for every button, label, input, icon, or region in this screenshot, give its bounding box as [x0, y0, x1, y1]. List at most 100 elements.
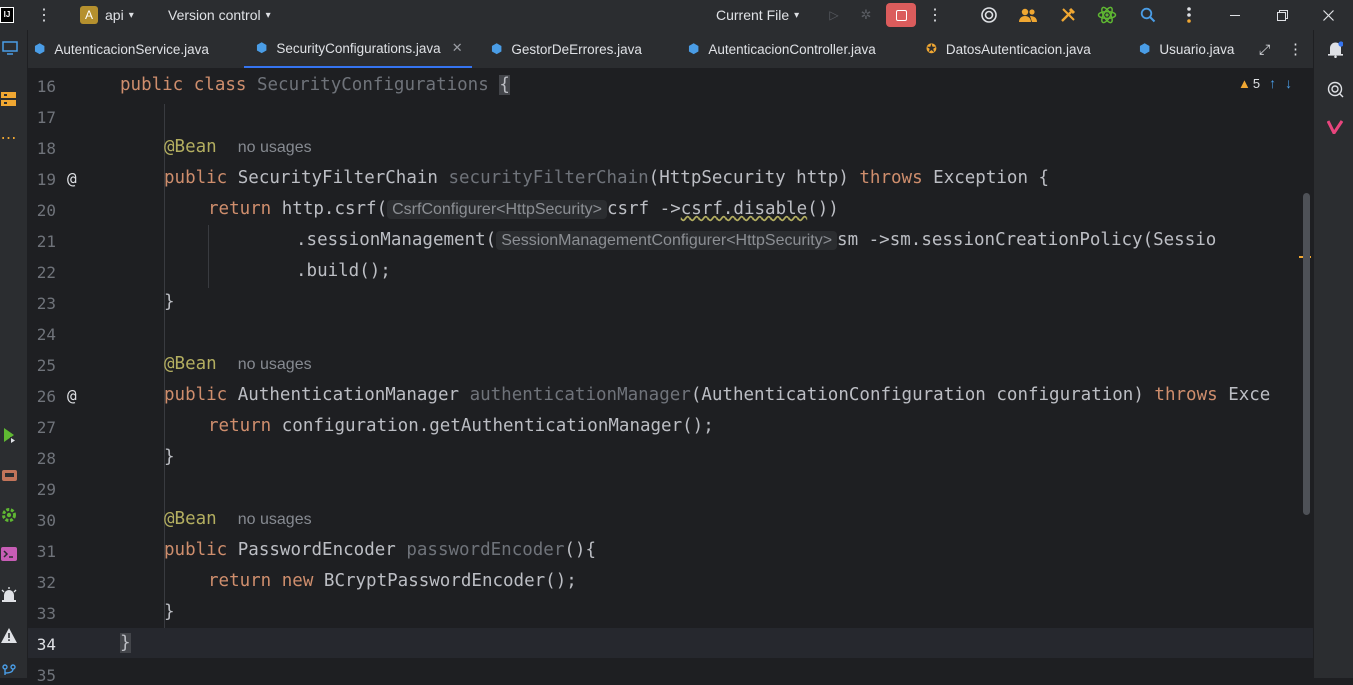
code-line-23: } — [164, 292, 175, 312]
code-line-21: .sessionManagement(SessionManagementConf… — [296, 230, 1217, 250]
inspection-widget[interactable]: ▲ 5 ↑ ↓ — [1238, 75, 1292, 91]
tab-datos-autenticacion[interactable]: ✪ DatosAutenticacion.java — [926, 30, 1091, 68]
line-number: 24 — [36, 325, 56, 344]
usages-hint[interactable]: no usages — [238, 511, 312, 528]
tab-label: SecurityConfigurations.java — [276, 40, 441, 56]
type-hint: SessionManagementConfigurer<HttpSecurity… — [496, 231, 838, 250]
line-number: 16 — [36, 77, 56, 96]
line-number: 22 — [36, 263, 56, 282]
tabs-more-icon[interactable]: ⋮ — [1288, 30, 1303, 68]
problems-icon[interactable] — [0, 626, 18, 644]
bean-gutter-icon[interactable]: @ — [67, 169, 77, 188]
plugin-icon[interactable] — [1326, 118, 1344, 136]
tab-gestor-de-errores[interactable]: ⬢ GestorDeErrores.java — [491, 30, 642, 68]
terminal-icon[interactable] — [0, 545, 18, 563]
code-line-26: public AuthenticationManager authenticat… — [164, 385, 1271, 405]
type-hint: CsrfConfigurer<HttpSecurity> — [387, 200, 607, 219]
close-tab-icon[interactable]: ✕ — [452, 40, 463, 56]
close-window-icon[interactable] — [1320, 0, 1336, 30]
services-icon[interactable] — [0, 466, 18, 484]
code-line-32: return new BCryptPasswordEncoder(); — [208, 571, 577, 591]
warning-icon: ▲ — [1238, 75, 1251, 91]
search-icon[interactable] — [1138, 0, 1158, 30]
code-line-22: .build(); — [296, 261, 391, 281]
minimize-icon[interactable] — [1227, 0, 1243, 30]
vcs-label: Version control — [168, 7, 261, 23]
line-number: 17 — [36, 108, 56, 127]
tab-label: AutenticacionController.java — [708, 41, 876, 57]
run-config-label: Current File — [716, 7, 790, 23]
tab-label: GestorDeErrores.java — [511, 41, 642, 57]
java-class-icon: ⬢ — [256, 40, 268, 55]
more-tools-icon[interactable]: ⋯ — [0, 130, 17, 147]
code-line-20: return http.csrf(CsrfConfigurer<HttpSecu… — [208, 199, 839, 219]
vertical-scrollbar[interactable] — [1303, 193, 1310, 515]
code-line-30: @Bean no usages — [164, 509, 312, 529]
users-icon[interactable] — [1017, 0, 1039, 30]
line-number: 27 — [36, 418, 56, 437]
tab-label: AutenticacionService.java — [54, 41, 209, 57]
tab-autenticacion-service[interactable]: ⬢ AutenticacionService.java — [34, 30, 209, 68]
stop-button[interactable] — [886, 0, 916, 30]
code-line-16: public class SecurityConfigurations { — [120, 75, 510, 95]
code-line-33: } — [164, 602, 175, 622]
warning-count: 5 — [1252, 75, 1261, 91]
ai-chat-icon[interactable] — [1326, 80, 1346, 98]
build-icon[interactable] — [0, 586, 18, 604]
left-tool-bar: ⋯ — [0, 30, 28, 678]
settings-icon[interactable] — [1180, 0, 1198, 30]
usages-hint[interactable]: no usages — [238, 139, 312, 156]
title-bar: IJ ⋮ A api ▾ Version control ▾ Current F… — [0, 0, 1353, 30]
indent-guide — [208, 225, 209, 288]
line-number: 31 — [36, 542, 56, 561]
line-number: 19 — [36, 170, 56, 189]
tab-usuario[interactable]: ⬢ Usuario.java — [1139, 30, 1234, 68]
code-line-34: } — [120, 633, 131, 653]
chevron-down-icon: ▾ — [794, 9, 800, 21]
tab-security-configurations[interactable]: ⬢ SecurityConfigurations.java ✕ — [244, 30, 472, 68]
project-name: api — [105, 7, 124, 23]
java-class-icon: ⬢ — [34, 41, 46, 56]
main-menu-icon[interactable]: ⋮ — [34, 0, 54, 30]
app-logo: IJ — [0, 0, 14, 30]
project-selector[interactable]: A api ▾ — [80, 0, 134, 30]
line-number: 21 — [36, 232, 56, 251]
line-number: 30 — [36, 511, 56, 530]
java-class-icon: ⬢ — [688, 41, 700, 56]
chevron-down-icon: ▾ — [128, 9, 134, 21]
ai-assistant-icon[interactable] — [1096, 0, 1118, 30]
gear-icon[interactable] — [0, 506, 18, 524]
expand-icon[interactable]: ⤢ — [1259, 30, 1270, 68]
bean-gutter-icon[interactable]: @ — [67, 386, 77, 405]
git-icon[interactable] — [0, 662, 18, 678]
arrow-up-icon[interactable]: ↑ — [1269, 75, 1276, 91]
current-line-highlight — [28, 628, 1313, 658]
project-badge: A — [80, 6, 98, 24]
debug-icon[interactable]: ✲ — [858, 0, 874, 30]
run-config-selector[interactable]: Current File ▾ — [716, 0, 799, 30]
tab-autenticacion-controller[interactable]: ⬢ AutenticacionController.java — [688, 30, 876, 68]
notifications-icon[interactable] — [1326, 40, 1344, 58]
code-with-me-icon[interactable] — [978, 0, 1000, 30]
line-number: 23 — [36, 294, 56, 313]
stop-icon — [895, 9, 907, 21]
java-class-icon: ⬢ — [1139, 41, 1151, 56]
run-tool-icon[interactable] — [0, 426, 18, 444]
more-actions-icon[interactable]: ⋮ — [926, 0, 944, 30]
build-tools-icon[interactable] — [1057, 0, 1079, 30]
run-icon[interactable]: ▷ — [826, 0, 842, 30]
code-line-28: } — [164, 447, 175, 467]
line-number: 20 — [36, 201, 56, 220]
project-icon[interactable] — [1, 40, 19, 56]
code-line-19: public SecurityFilterChain securityFilte… — [164, 168, 1050, 188]
code-line-31: public PasswordEncoder passwordEncoder()… — [164, 540, 596, 560]
usages-hint[interactable]: no usages — [238, 356, 312, 373]
line-number: 29 — [36, 480, 56, 499]
arrow-down-icon[interactable]: ↓ — [1285, 75, 1292, 91]
structure-icon[interactable] — [0, 90, 17, 108]
restore-icon[interactable] — [1274, 0, 1290, 30]
java-class-icon: ⬢ — [491, 41, 503, 56]
version-control-menu[interactable]: Version control ▾ — [168, 0, 271, 30]
chevron-down-icon: ▾ — [265, 9, 271, 21]
tab-label: Usuario.java — [1159, 41, 1235, 57]
